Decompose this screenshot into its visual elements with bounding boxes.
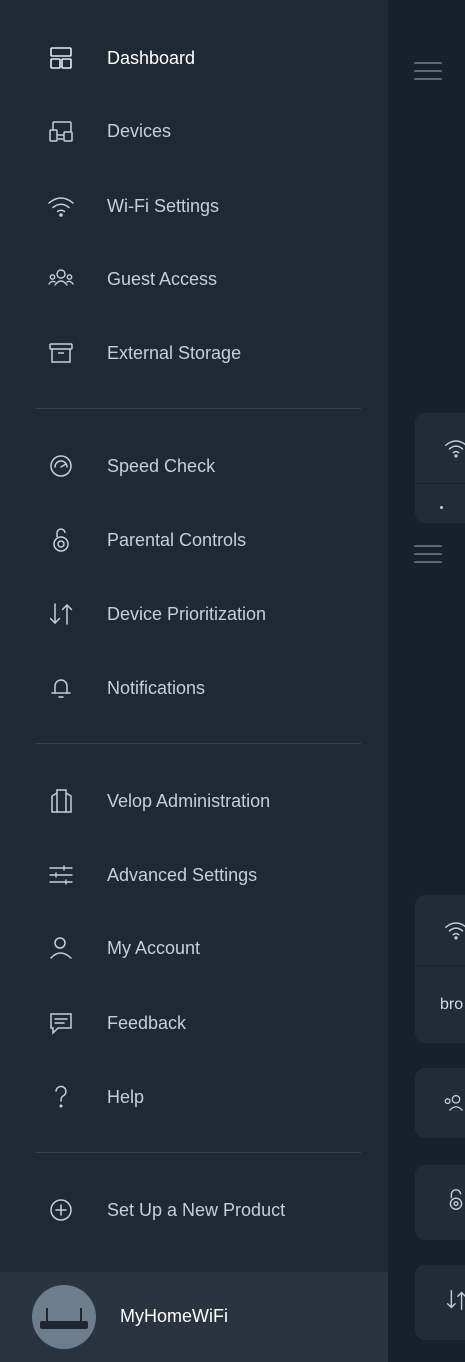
nav-label: Parental Controls <box>107 529 247 550</box>
wifi-icon <box>445 440 465 458</box>
nav-item-dashboard[interactable]: Dashboard <box>0 30 388 86</box>
guest-card[interactable] <box>415 1068 465 1138</box>
nav-item-velop-administration[interactable]: Velop Administration <box>0 773 388 829</box>
nav-label: My Account <box>107 937 201 958</box>
nav-label: Wi-Fi Settings <box>107 195 220 216</box>
parental-card[interactable] <box>415 1165 465 1240</box>
feedback-icon <box>44 1006 78 1040</box>
network-card[interactable] <box>415 413 465 523</box>
card-network-text: bro <box>440 996 464 1013</box>
nav-item-wifi-settings[interactable]: Wi-Fi Settings <box>0 178 388 234</box>
wifi-icon-card <box>445 922 465 940</box>
user-icon <box>44 931 78 965</box>
nav-item-parental-controls[interactable]: Parental Controls <box>0 512 388 568</box>
guest-access-icon-card <box>444 1094 463 1111</box>
storage-box-icon <box>44 336 78 370</box>
dashboard-icon <box>44 41 78 75</box>
router-avatar-icon <box>32 1285 96 1349</box>
wifi-card[interactable]: bro <box>415 895 465 1043</box>
nav-label: External Storage <box>107 342 242 363</box>
nav-label: Speed Check <box>107 455 216 476</box>
priority-arrows-icon-card <box>446 1290 465 1310</box>
lock-icon-card <box>449 1189 463 1210</box>
wifi-icon <box>44 189 78 223</box>
hamburger-menu-icon-secondary[interactable] <box>414 545 442 565</box>
nav-item-external-storage[interactable]: External Storage <box>0 325 388 381</box>
nav-item-set-up-new-product[interactable]: Set Up a New Product <box>0 1182 388 1238</box>
plus-circle-icon <box>44 1193 78 1227</box>
nav-label: Feedback <box>107 1012 187 1033</box>
nav-item-feedback[interactable]: Feedback <box>0 995 388 1051</box>
menu-divider <box>36 1152 361 1153</box>
velop-node-icon <box>44 784 78 818</box>
nav-item-guest-access[interactable]: Guest Access <box>0 251 388 307</box>
nav-item-devices[interactable]: Devices <box>0 103 388 159</box>
network-footer[interactable]: MyHomeWiFi <box>0 1272 388 1362</box>
menu-divider <box>36 408 361 409</box>
nav-label: Help <box>107 1086 145 1107</box>
priority-arrows-icon <box>44 597 78 631</box>
sliders-icon <box>44 858 78 892</box>
lock-icon <box>44 523 78 557</box>
nav-item-speed-check[interactable]: Speed Check <box>0 438 388 494</box>
nav-item-advanced-settings[interactable]: Advanced Settings <box>0 847 388 903</box>
nav-label: Notifications <box>107 677 206 698</box>
guest-access-icon <box>44 262 78 296</box>
nav-label: Velop Administration <box>107 790 271 811</box>
bullet-dot <box>440 506 443 509</box>
nav-item-device-prioritization[interactable]: Device Prioritization <box>0 586 388 642</box>
nav-label: Device Prioritization <box>107 603 267 624</box>
hamburger-menu-icon[interactable] <box>414 62 442 82</box>
help-question-icon <box>44 1080 78 1114</box>
nav-label: Guest Access <box>107 268 218 289</box>
bell-icon <box>44 671 78 705</box>
menu-divider <box>36 743 361 744</box>
nav-item-notifications[interactable]: Notifications <box>0 660 388 716</box>
nav-item-help[interactable]: Help <box>0 1069 388 1125</box>
nav-item-my-account[interactable]: My Account <box>0 920 388 976</box>
nav-label: Advanced Settings <box>107 864 258 885</box>
navigation-drawer: Dashboard Devices Wi-Fi Settings Guest A… <box>0 0 388 1362</box>
nav-label: Dashboard <box>107 47 196 68</box>
network-name: MyHomeWiFi <box>120 1306 228 1326</box>
priority-card[interactable] <box>415 1265 465 1340</box>
speedometer-icon <box>44 449 78 483</box>
nav-label: Devices <box>107 120 172 141</box>
nav-label: Set Up a New Product <box>107 1199 286 1220</box>
devices-icon <box>44 114 78 148</box>
